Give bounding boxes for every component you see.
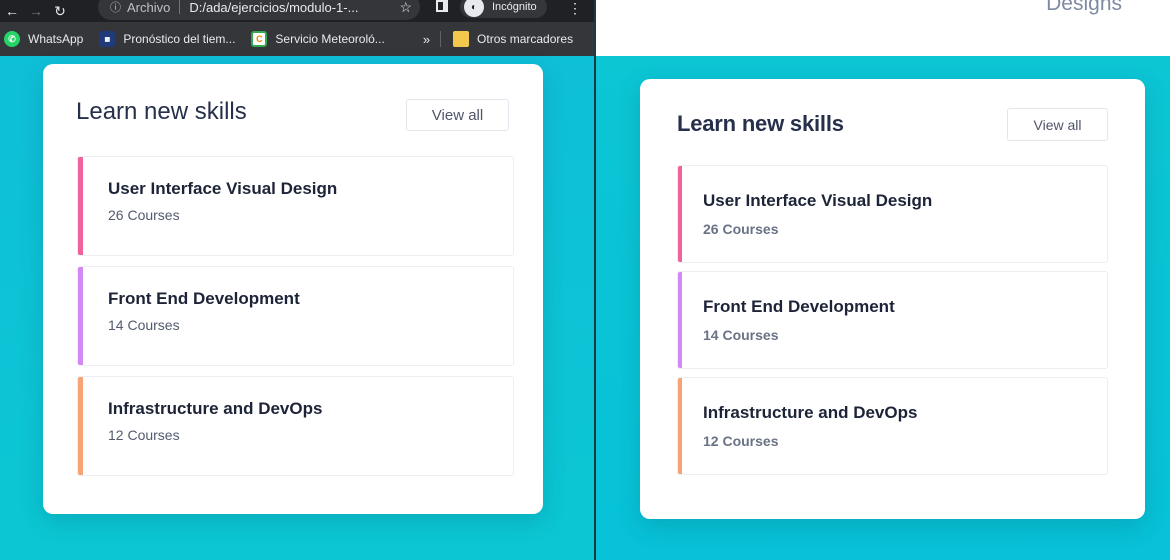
menu-kebab-icon[interactable]: ⋮ xyxy=(568,0,582,17)
skill-accent-bar xyxy=(78,377,83,475)
bookmark-star-icon[interactable]: ☆ xyxy=(399,0,412,16)
bookmarks-overflow-button[interactable]: » xyxy=(423,32,430,47)
skill-course-count: 26 Courses xyxy=(108,207,180,223)
skill-course-count: 12 Courses xyxy=(108,427,180,443)
side-panel-icon[interactable] xyxy=(436,0,448,12)
skill-accent-bar xyxy=(78,267,83,365)
bookmark-whatsapp[interactable]: ✆ WhatsApp xyxy=(4,31,83,47)
site-favicon-icon: C xyxy=(251,31,268,47)
forward-icon[interactable]: → xyxy=(24,0,48,22)
skill-course-count: 26 Courses xyxy=(703,221,779,237)
bookmarks-divider xyxy=(440,31,442,47)
skill-name: User Interface Visual Design xyxy=(703,191,933,210)
bookmarks-bar: ✆ WhatsApp ▦ Pronóstico del tiem... C Se… xyxy=(0,22,595,56)
card-title: Learn new skills xyxy=(76,98,247,125)
skill-course-count: 14 Courses xyxy=(703,327,779,343)
skill-name: User Interface Visual Design xyxy=(108,179,338,198)
back-icon[interactable]: ← xyxy=(0,0,24,22)
design-header: Designs xyxy=(596,0,1170,56)
omnibox-separator xyxy=(179,0,181,14)
other-bookmarks-folder[interactable]: Otros marcadores xyxy=(453,31,573,47)
skills-card: Learn new skills View all User Interface… xyxy=(43,64,543,514)
whatsapp-icon: ✆ xyxy=(4,31,20,47)
scheme-label: Archivo xyxy=(127,0,171,15)
skill-item[interactable]: Front End Development 14 Courses xyxy=(677,271,1108,369)
skill-course-count: 12 Courses xyxy=(703,433,779,449)
skill-accent-bar xyxy=(678,272,682,368)
card-title: Learn new skills xyxy=(677,111,844,136)
skill-accent-bar xyxy=(678,166,682,262)
skill-item[interactable]: User Interface Visual Design 26 Courses xyxy=(77,156,514,256)
skill-name: Infrastructure and DevOps xyxy=(703,403,918,422)
bookmark-meteo[interactable]: C Servicio Meteoroló... xyxy=(251,31,385,47)
skill-item[interactable]: User Interface Visual Design 26 Courses xyxy=(677,165,1108,263)
browser-toolbar: ← → ↻ ⓘ Archivo D:/ada/ejercicios/modulo… xyxy=(0,0,595,22)
skill-name: Infrastructure and DevOps xyxy=(108,399,323,418)
skill-name: Front End Development xyxy=(108,289,300,308)
address-bar[interactable]: ⓘ Archivo D:/ada/ejercicios/modulo-1-...… xyxy=(98,0,420,20)
bookmark-label: WhatsApp xyxy=(28,32,84,46)
skill-item[interactable]: Front End Development 14 Courses xyxy=(77,266,514,366)
skill-item[interactable]: Infrastructure and DevOps 12 Courses xyxy=(77,376,514,476)
designs-heading: Designs xyxy=(1046,0,1122,15)
reload-icon[interactable]: ↻ xyxy=(48,0,72,22)
bookmark-label: Pronóstico del tiem... xyxy=(123,32,236,46)
incognito-label: Incógnito xyxy=(492,1,537,13)
skill-course-count: 14 Courses xyxy=(108,317,180,333)
skill-name: Front End Development xyxy=(703,297,895,316)
url-text[interactable]: D:/ada/ejercicios/modulo-1-... xyxy=(189,0,358,15)
skill-accent-bar xyxy=(78,157,83,255)
weather-channel-icon: ▦ xyxy=(99,31,116,47)
incognito-icon: ◐ xyxy=(464,0,484,17)
screen: ← → ↻ ⓘ Archivo D:/ada/ejercicios/modulo… xyxy=(0,0,1170,560)
browser-window: ← → ↻ ⓘ Archivo D:/ada/ejercicios/modulo… xyxy=(0,0,595,560)
other-bookmarks-label: Otros marcadores xyxy=(477,32,574,46)
bookmark-label: Servicio Meteoroló... xyxy=(275,32,385,46)
skill-accent-bar xyxy=(678,378,682,474)
skills-card: Learn new skills View all User Interface… xyxy=(640,79,1145,519)
design-reference: Designs Learn new skills View all User I… xyxy=(596,0,1170,560)
incognito-badge[interactable]: ◐ Incógnito xyxy=(460,0,547,18)
folder-icon xyxy=(453,31,470,47)
info-icon[interactable]: ⓘ xyxy=(110,0,121,15)
bookmark-weather[interactable]: ▦ Pronóstico del tiem... xyxy=(99,31,235,47)
view-all-button[interactable]: View all xyxy=(406,99,509,131)
view-all-button[interactable]: View all xyxy=(1007,108,1108,141)
skill-item[interactable]: Infrastructure and DevOps 12 Courses xyxy=(677,377,1108,475)
